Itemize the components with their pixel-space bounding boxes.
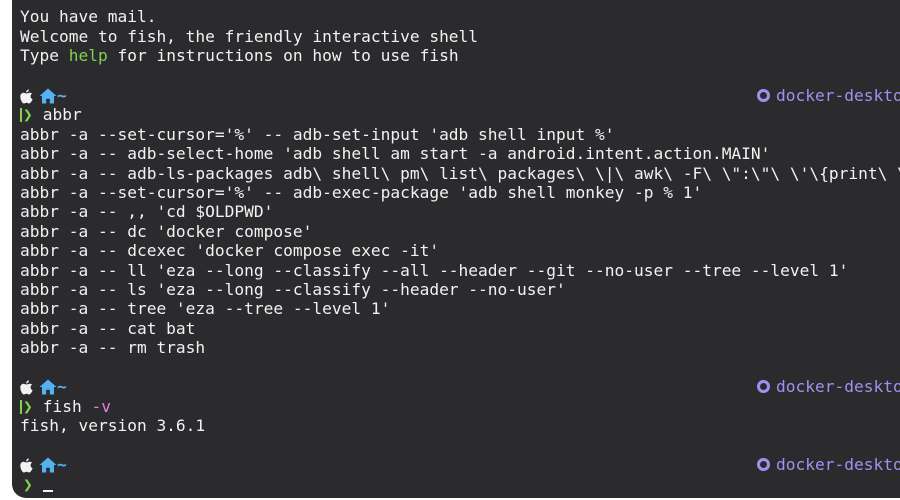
prompt-bar-icon bbox=[20, 108, 22, 122]
output-line: abbr -a -- cat bat bbox=[20, 319, 196, 338]
prompt-status-row: ~ docker-desktop bbox=[20, 377, 900, 397]
docker-context: docker-desktop bbox=[757, 377, 900, 397]
command-text: fish bbox=[42, 397, 82, 416]
output-line: abbr -a -- tree 'eza --tree --level 1' bbox=[20, 299, 391, 318]
command-text: abbr bbox=[42, 105, 82, 124]
terminal-window[interactable]: You have mail. Welcome to fish, the frie… bbox=[12, 0, 900, 498]
docker-context: docker-desktop bbox=[757, 86, 900, 106]
command-line: ❯ fish -v bbox=[20, 397, 111, 417]
output-line: abbr -a -- ,, 'cd $OLDPWD' bbox=[20, 202, 274, 221]
docker-context-icon bbox=[757, 458, 770, 471]
prompt-bar-icon bbox=[20, 400, 22, 414]
current-dir: ~ bbox=[57, 86, 67, 105]
output-line: abbr -a -- adb-ls-packages adb\ shell\ p… bbox=[20, 164, 900, 183]
command-input-line[interactable]: ❯ bbox=[20, 475, 53, 495]
output-line: abbr -a -- dc 'docker compose' bbox=[20, 222, 313, 241]
output-line: abbr -a --set-cursor='%' -- adb-exec-pac… bbox=[20, 183, 703, 202]
text-cursor[interactable] bbox=[42, 490, 53, 492]
output-line: abbr -a -- dcexec 'docker compose exec -… bbox=[20, 241, 440, 260]
prompt-status-row: ~ docker-desktop bbox=[20, 455, 900, 475]
motd-line: You have mail. bbox=[20, 7, 157, 26]
docker-context-icon bbox=[757, 89, 770, 102]
command-flag: -v bbox=[91, 397, 111, 416]
output-line: fish, version 3.6.1 bbox=[20, 416, 206, 435]
output-line: abbr -a --set-cursor='%' -- adb-set-inpu… bbox=[20, 125, 615, 144]
motd-text: Type bbox=[20, 46, 69, 65]
prompt-arrow: ❯ bbox=[23, 475, 33, 494]
current-dir: ~ bbox=[57, 377, 67, 396]
docker-context-icon bbox=[757, 380, 770, 393]
prompt-arrow: ❯ bbox=[23, 397, 33, 416]
output-line: abbr -a -- ls 'eza --long --classify --h… bbox=[20, 280, 566, 299]
output-line: abbr -a -- adb-select-home 'adb shell am… bbox=[20, 144, 771, 163]
motd-text: for instructions on how to use fish bbox=[107, 46, 459, 65]
motd-line: Welcome to fish, the friendly interactiv… bbox=[20, 27, 479, 46]
home-icon bbox=[39, 457, 57, 473]
apple-icon bbox=[20, 380, 33, 395]
help-keyword: help bbox=[68, 46, 108, 65]
docker-context-label: docker-desktop bbox=[776, 86, 900, 105]
docker-context-label: docker-desktop bbox=[776, 455, 900, 474]
prompt-arrow: ❯ bbox=[23, 105, 33, 124]
motd-line: Type help for instructions on how to use… bbox=[20, 46, 459, 66]
output-line: abbr -a -- ll 'eza --long --classify --a… bbox=[20, 261, 849, 280]
current-dir: ~ bbox=[57, 455, 67, 474]
command-line: ❯ abbr bbox=[20, 105, 82, 125]
prompt-status-row: ~ docker-desktop bbox=[20, 86, 900, 106]
apple-icon bbox=[20, 89, 33, 104]
docker-context: docker-desktop bbox=[757, 455, 900, 475]
output-line: abbr -a -- rm trash bbox=[20, 338, 206, 357]
apple-icon bbox=[20, 458, 33, 473]
home-icon bbox=[39, 379, 57, 395]
home-icon bbox=[39, 88, 57, 104]
docker-context-label: docker-desktop bbox=[776, 377, 900, 396]
